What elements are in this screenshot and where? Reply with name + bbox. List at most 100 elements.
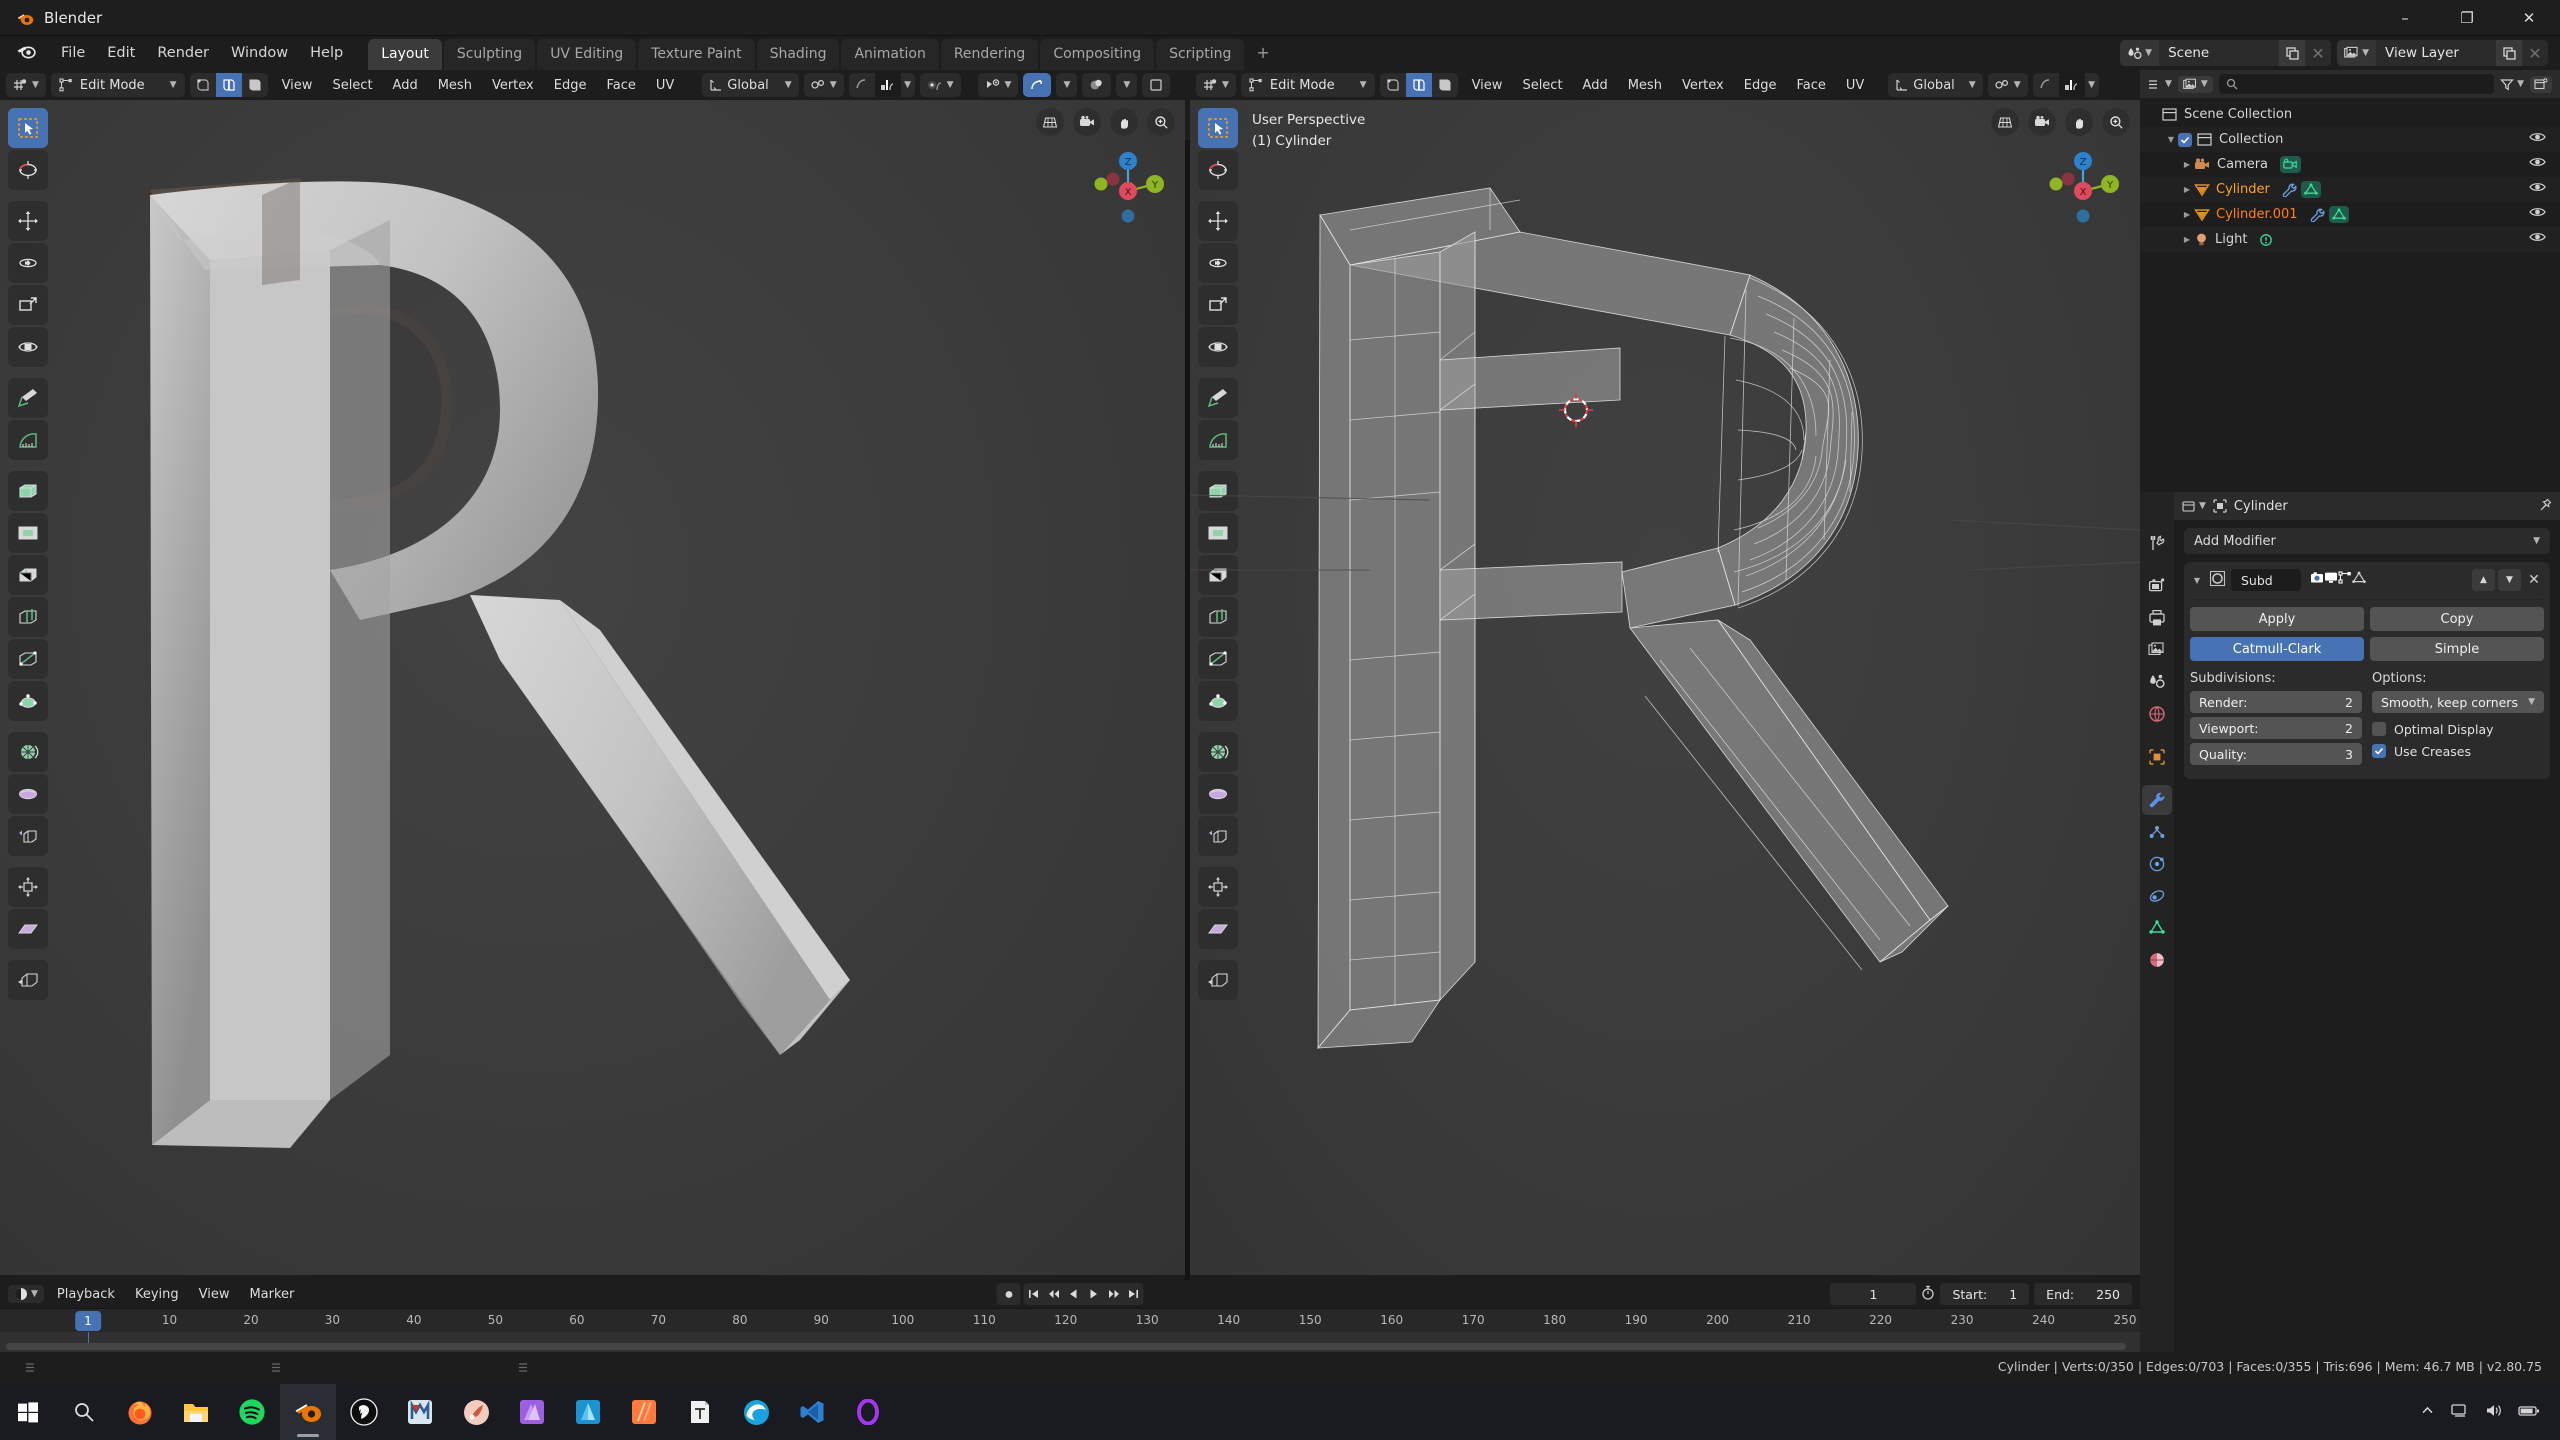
auto-keyframe-button[interactable] (996, 1283, 1021, 1305)
visibility-eye-icon[interactable] (2529, 131, 2546, 147)
optimal-display-checkbox[interactable] (2372, 722, 2386, 736)
affinity-publisher-icon[interactable] (616, 1384, 672, 1440)
start-button[interactable] (0, 1384, 56, 1440)
scene-tab[interactable] (2142, 667, 2172, 697)
view-layer-tab[interactable] (2142, 635, 2172, 665)
file-explorer-icon[interactable] (168, 1384, 224, 1440)
particles-tab[interactable] (2142, 817, 2172, 847)
proportional-falloff-button[interactable] (874, 73, 901, 97)
new-view-layer-button[interactable] (2496, 40, 2522, 66)
viewport-right-menu-mesh[interactable]: Mesh (1619, 73, 1671, 97)
catmull-clark-button[interactable]: Catmull-Clark (2190, 637, 2364, 661)
apply-button[interactable]: Apply (2190, 607, 2364, 631)
workspace-tab-texture-paint[interactable]: Texture Paint (638, 39, 755, 70)
chevron-down-icon[interactable]: ▼ (900, 73, 915, 97)
jump-to-end-button[interactable] (1124, 1283, 1144, 1305)
outliner-display-mode[interactable]: ▼ (2177, 75, 2213, 93)
blender-logo-icon[interactable] (16, 42, 36, 64)
visibility-eye-icon[interactable] (2529, 231, 2546, 247)
move-up-button[interactable]: ▲ (2472, 569, 2495, 591)
viewport-right-menu-vertex[interactable]: Vertex (1673, 73, 1733, 97)
edge-icon[interactable] (728, 1384, 784, 1440)
visibility-eye-icon[interactable] (2529, 181, 2546, 197)
viewport-left-menu-uv[interactable]: UV (647, 73, 683, 97)
proportional-editing-falloff-left[interactable]: ▼ (919, 73, 961, 97)
proportional-edit-left[interactable]: ▼ (848, 73, 915, 97)
search-icon[interactable] (56, 1384, 112, 1440)
mesh-select-mode-left[interactable] (189, 73, 268, 97)
viewport-left-menu-vertex[interactable]: Vertex (483, 73, 543, 97)
material-tab[interactable] (2142, 945, 2172, 975)
viewport-right-menu-uv[interactable]: UV (1837, 73, 1873, 97)
pin-id-button[interactable] (2538, 497, 2552, 516)
delete-scene-button[interactable]: ✕ (2305, 40, 2332, 66)
viewport-subdivisions-field[interactable]: Viewport: 2 (2190, 717, 2362, 739)
viewport-left-menu-view[interactable]: View (273, 73, 322, 97)
onenote-icon[interactable] (840, 1384, 896, 1440)
modifier-name-field[interactable]: Subd (2231, 569, 2301, 591)
vertex-select-button[interactable] (189, 73, 216, 97)
play-reverse-button[interactable] (1064, 1283, 1084, 1305)
outliner-row-cylinder[interactable]: ▶ Cylinder (2140, 177, 2560, 202)
outliner-row-cylinder-001[interactable]: ▶ Cylinder.001 (2140, 202, 2560, 227)
uv-smooth-dropdown[interactable]: Smooth, keep corners ▼ (2372, 691, 2544, 713)
next-keyframe-button[interactable] (1104, 1283, 1124, 1305)
render-toggle-icon[interactable] (2310, 569, 2324, 591)
viewport-right-canvas[interactable]: User Perspective (1) Cylinder Z Y X (1190, 100, 2140, 1275)
edge-select-button[interactable] (215, 73, 242, 97)
workspace-tab-animation[interactable]: Animation (841, 39, 939, 70)
tool-tab[interactable] (2142, 528, 2172, 558)
quality-field[interactable]: Quality: 3 (2190, 743, 2362, 765)
edge-select-button[interactable] (1405, 73, 1432, 97)
face-select-button[interactable] (1431, 73, 1458, 97)
add-workspace-button[interactable]: + (1246, 36, 1279, 70)
vscode-icon[interactable] (784, 1384, 840, 1440)
chevron-right-icon[interactable]: ▶ (2180, 235, 2194, 244)
end-frame-field[interactable]: End: 250 (2034, 1283, 2132, 1305)
light-data-icon[interactable] (2259, 233, 2273, 247)
transform-orientation-left[interactable]: Global ▼ (702, 73, 799, 97)
world-tab[interactable] (2142, 699, 2172, 729)
chevron-right-icon[interactable]: ▶ (2180, 210, 2194, 219)
spotify-icon[interactable] (224, 1384, 280, 1440)
physics-tab[interactable] (2142, 849, 2172, 879)
menu-render[interactable]: Render (146, 41, 220, 65)
visibility-eye-icon[interactable] (2529, 206, 2546, 222)
viewport-left-menu-edge[interactable]: Edge (545, 73, 596, 97)
expand-triangle-icon[interactable]: ▼ (2190, 576, 2204, 585)
maximize-button[interactable]: ❐ (2436, 0, 2498, 36)
viewport-right[interactable]: ▼ Edit Mode ▼ View Select Add Mesh Verte… (1190, 70, 2140, 1275)
mesh-data-icon[interactable] (2300, 181, 2321, 198)
constraints-tab[interactable] (2142, 881, 2172, 911)
viewport-right-menu-face[interactable]: Face (1787, 73, 1834, 97)
workspace-tab-scripting[interactable]: Scripting (1156, 39, 1245, 70)
outliner-filter-button[interactable]: ▼ (2500, 78, 2524, 91)
workspace-tab-sculpting[interactable]: Sculpting (443, 39, 536, 70)
chevron-up-icon[interactable] (2420, 1403, 2435, 1421)
affinity-designer-icon[interactable] (560, 1384, 616, 1440)
face-select-button[interactable] (241, 73, 268, 97)
outliner-row-collection[interactable]: ▼ Collection (2140, 127, 2560, 152)
start-frame-field[interactable]: Start: 1 (1940, 1283, 2030, 1305)
menu-window[interactable]: Window (220, 41, 299, 65)
proportional-edit-right[interactable]: ▼ (2032, 73, 2099, 97)
unreal-engine-icon[interactable] (336, 1384, 392, 1440)
modifier-tab[interactable] (2142, 785, 2172, 815)
on-cage-toggle-icon[interactable] (2352, 569, 2366, 591)
viewport-right-menu-select[interactable]: Select (1513, 73, 1571, 97)
timeline-body[interactable] (0, 1332, 2140, 1352)
timeline-horizontal-scrollbar[interactable] (6, 1343, 2126, 1350)
substance-painter-icon[interactable] (448, 1384, 504, 1440)
render-subdivisions-field[interactable]: Render: 2 (2190, 691, 2362, 713)
current-frame-field[interactable]: 1 (1830, 1283, 1917, 1305)
editor-type-selector[interactable]: ▼ (6, 73, 46, 97)
edit-mode-toggle-icon[interactable] (2338, 569, 2352, 591)
grip-handle-left[interactable] (22, 1360, 38, 1374)
viewport-right-menu-view[interactable]: View (1463, 73, 1512, 97)
output-tab[interactable] (2142, 603, 2172, 633)
snapping-toggle-left[interactable]: ▼ (803, 73, 844, 97)
new-scene-button[interactable] (2279, 40, 2306, 66)
outliner-editor-type-selector[interactable]: ▼ (2148, 78, 2172, 91)
mode-selector-right[interactable]: Edit Mode ▼ (1240, 73, 1375, 97)
shading-mode-left[interactable] (1142, 73, 1171, 97)
